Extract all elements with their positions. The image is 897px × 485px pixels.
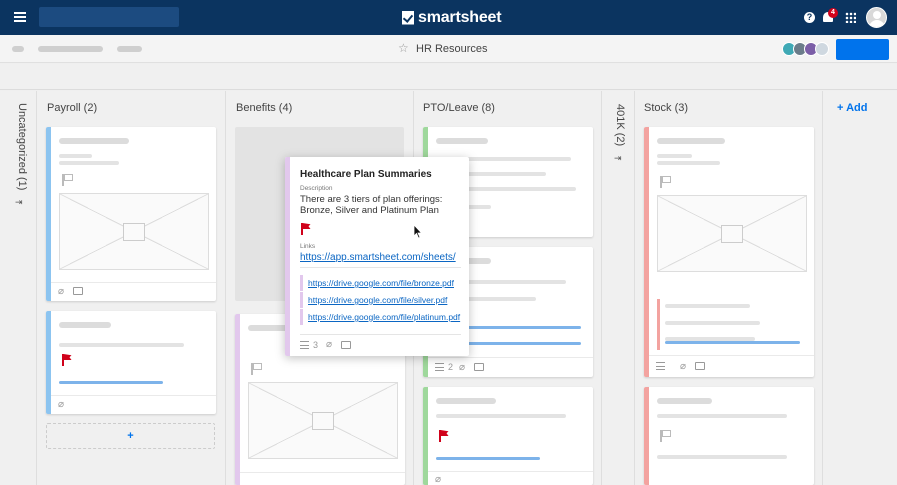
- sheet-title: HR Resources: [416, 43, 488, 55]
- attachment-link[interactable]: https://drive.google.com/file/bronze.pdf: [308, 278, 464, 288]
- lane-title-401k[interactable]: 401K (2): [614, 104, 626, 146]
- popup-divider: [300, 267, 461, 268]
- flag-icon[interactable]: [251, 363, 262, 375]
- image-placeholder: [657, 195, 807, 272]
- checklist-count: 3: [313, 340, 319, 350]
- expand-lane-icon[interactable]: ⇥: [614, 153, 622, 164]
- search-input[interactable]: [39, 7, 179, 27]
- breadcrumb-placeholder[interactable]: [117, 46, 142, 52]
- card[interactable]: ⌀: [46, 311, 216, 414]
- share-button[interactable]: [836, 39, 889, 60]
- card-detail-popup[interactable]: Healthcare Plan Summaries Description Th…: [285, 157, 469, 356]
- add-lane-button[interactable]: + Add: [837, 102, 867, 114]
- flag-icon[interactable]: [660, 430, 671, 442]
- collaborator-avatar[interactable]: [815, 42, 829, 56]
- popup-stripe: [285, 157, 290, 356]
- lane-title-payroll[interactable]: Payroll (2): [47, 102, 97, 114]
- card[interactable]: ⌀: [46, 127, 216, 301]
- description-label: Description: [300, 185, 333, 192]
- card[interactable]: ⌀: [423, 387, 593, 485]
- logo-text: smartsheet: [418, 8, 502, 26]
- attachment-icon[interactable]: ⌀: [459, 363, 465, 373]
- lane-divider: [36, 91, 37, 485]
- card[interactable]: ⌀: [644, 127, 814, 377]
- checklist-icon[interactable]: [435, 363, 444, 371]
- menu-icon[interactable]: [14, 12, 26, 22]
- flag-icon[interactable]: [62, 174, 73, 186]
- attachment-icon[interactable]: ⌀: [435, 475, 441, 485]
- attachment-link-row[interactable]: https://drive.google.com/file/bronze.pdf: [300, 275, 462, 291]
- lane-title-pto-leave[interactable]: PTO/Leave (8): [423, 102, 495, 114]
- lane-title-benefits[interactable]: Benefits (4): [236, 102, 292, 114]
- toolbar: [0, 64, 897, 90]
- user-avatar[interactable]: [866, 7, 887, 28]
- smartsheet-logo[interactable]: smartsheet: [402, 8, 502, 27]
- image-placeholder: [59, 193, 209, 270]
- flag-icon[interactable]: [439, 430, 449, 442]
- lane-title-uncategorized[interactable]: Uncategorized (1): [16, 103, 28, 190]
- attachment-icon[interactable]: ⌀: [326, 340, 332, 350]
- sheet-link[interactable]: https://app.smartsheet.com/sheets/: [300, 252, 464, 263]
- help-icon[interactable]: ?: [804, 12, 815, 23]
- lane-divider: [225, 91, 226, 485]
- smartsheet-logo-icon: [402, 10, 414, 25]
- checklist-count: 2: [448, 362, 454, 372]
- mouse-cursor-icon: [413, 224, 423, 239]
- attachment-link-row[interactable]: https://drive.google.com/file/platinum.p…: [300, 309, 462, 325]
- flag-icon[interactable]: [62, 354, 72, 366]
- attachment-icon[interactable]: ⌀: [680, 362, 686, 372]
- comment-icon[interactable]: [73, 287, 83, 295]
- comment-icon[interactable]: [695, 362, 705, 370]
- description-text: There are 3 tiers of plan offerings: Bro…: [300, 194, 443, 216]
- attachment-icon[interactable]: ⌀: [58, 400, 64, 410]
- breadcrumb-placeholder[interactable]: [38, 46, 103, 52]
- attachment-link[interactable]: https://drive.google.com/file/silver.pdf: [308, 295, 464, 305]
- popup-divider: [300, 334, 461, 335]
- attachment-icon[interactable]: ⌀: [58, 287, 64, 297]
- lane-divider: [822, 91, 823, 485]
- attachment-link[interactable]: https://drive.google.com/file/platinum.p…: [308, 312, 464, 322]
- links-label: Links: [300, 243, 316, 250]
- attachment-link-row[interactable]: https://drive.google.com/file/silver.pdf: [300, 292, 462, 308]
- flag-icon[interactable]: [660, 176, 671, 188]
- image-placeholder: [248, 382, 398, 459]
- add-card-button[interactable]: +: [46, 423, 215, 449]
- nav-placeholder[interactable]: [12, 46, 24, 52]
- comment-icon[interactable]: [341, 341, 351, 349]
- checklist-icon[interactable]: [300, 341, 309, 349]
- expand-lane-icon[interactable]: ⇥: [15, 197, 23, 208]
- popup-title: Healthcare Plan Summaries: [300, 169, 432, 180]
- card[interactable]: [644, 387, 814, 485]
- apps-grid-icon[interactable]: [845, 12, 856, 23]
- lane-divider: [601, 91, 602, 485]
- lane-divider: [634, 91, 635, 485]
- lane-title-stock[interactable]: Stock (3): [644, 102, 688, 114]
- flag-icon[interactable]: [301, 223, 311, 235]
- star-icon[interactable]: ☆: [398, 42, 409, 54]
- notification-badge: 4: [828, 8, 838, 18]
- comment-icon[interactable]: [474, 363, 484, 371]
- checklist-icon[interactable]: [656, 362, 665, 370]
